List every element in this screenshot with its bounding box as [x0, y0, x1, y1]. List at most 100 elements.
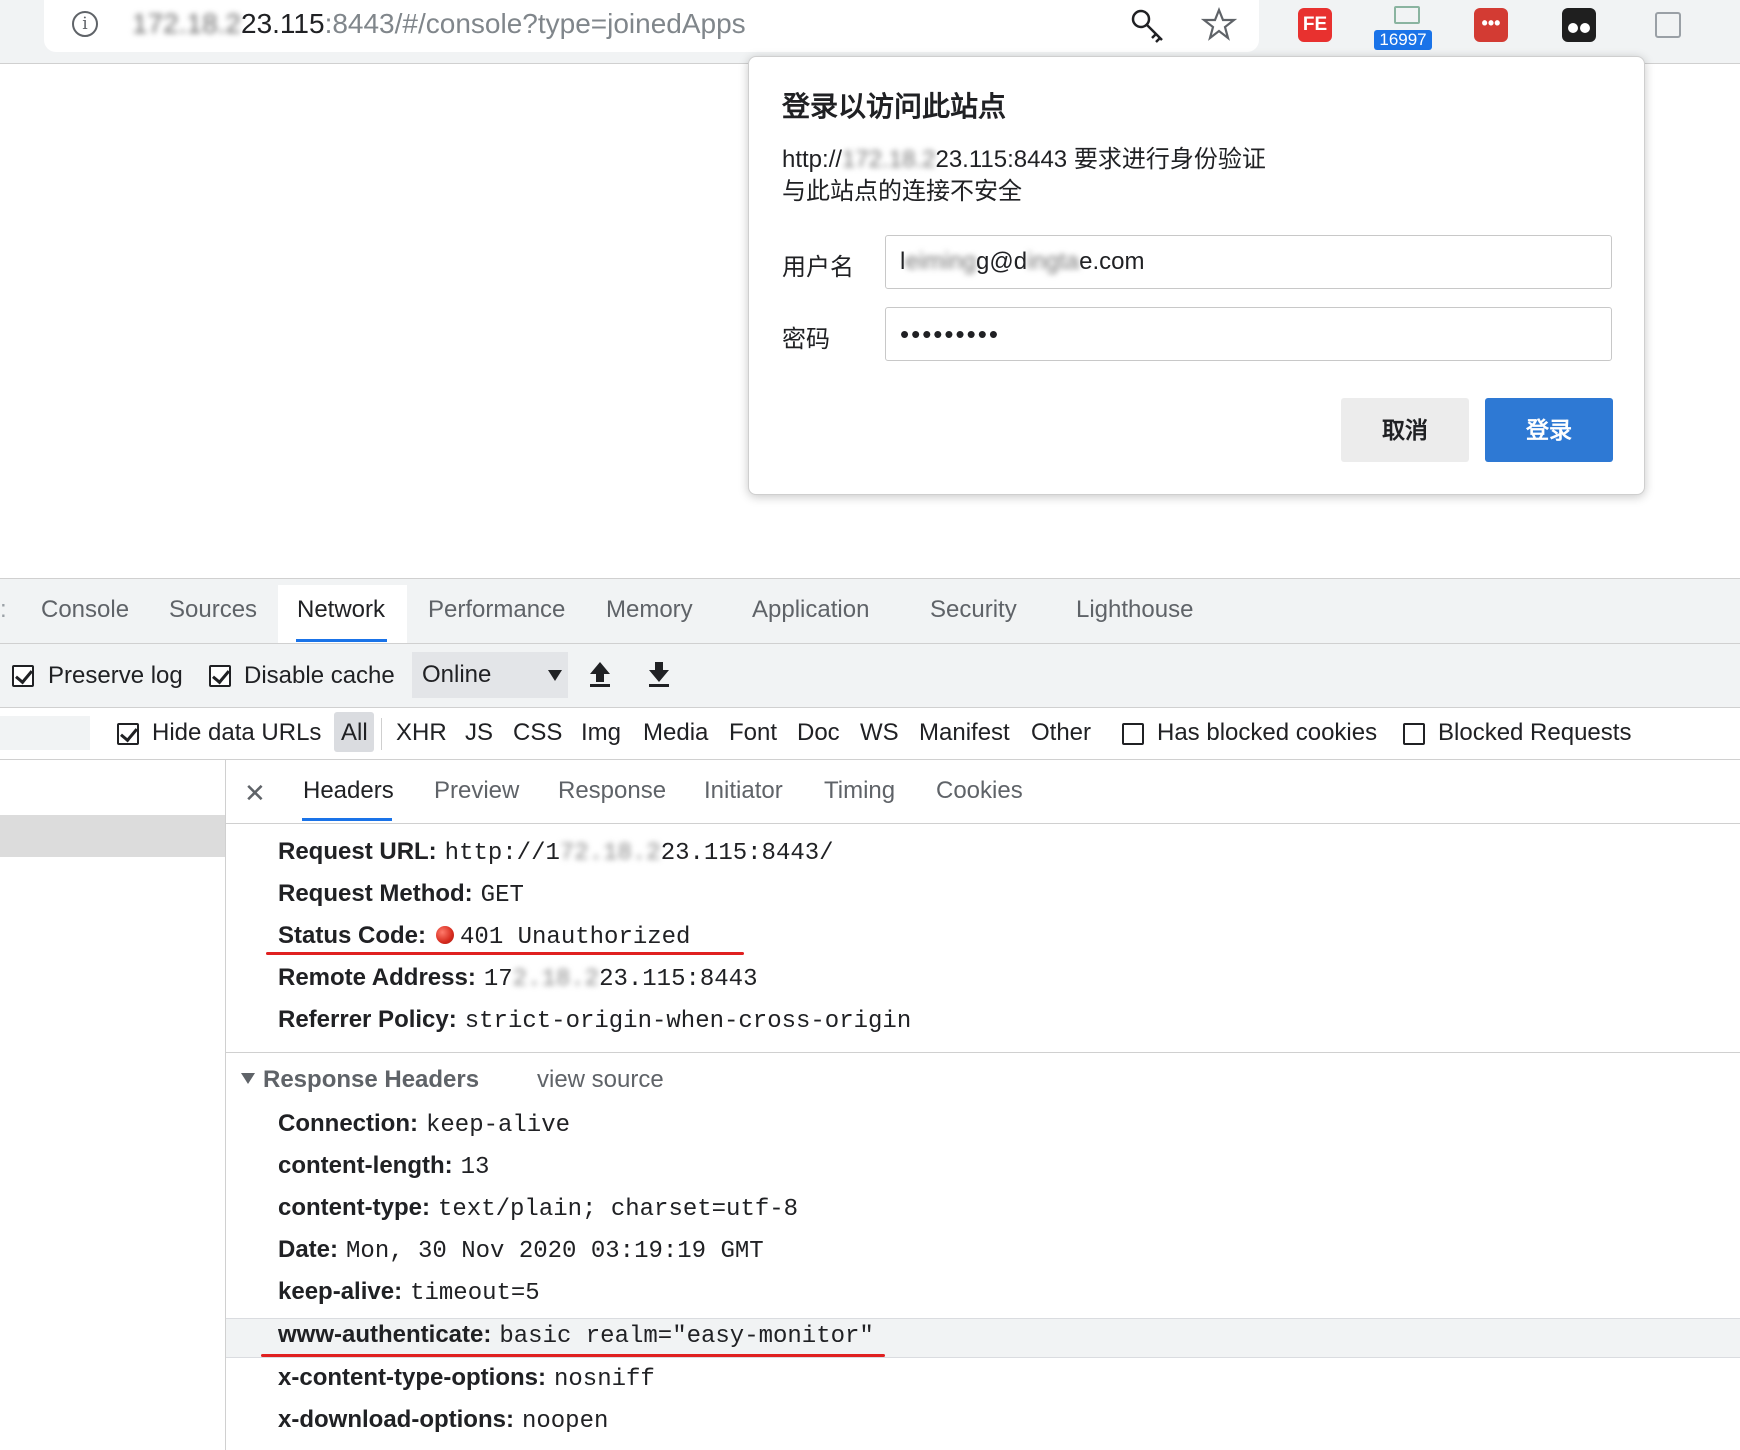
request-list[interactable] [0, 760, 226, 1450]
referrer-policy-value: strict-origin-when-cross-origin [464, 1008, 912, 1035]
cancel-button[interactable]: 取消 [1341, 398, 1469, 462]
extension-badge: 16997 [1374, 30, 1432, 50]
export-har-icon[interactable] [647, 660, 671, 688]
remote-address-value: 172.18.223.115:8443 [484, 966, 758, 993]
tab-initiator[interactable]: Initiator [704, 777, 783, 805]
request-method-value: GET [480, 882, 524, 909]
response-header-value: basic realm="easy-monitor" [499, 1323, 874, 1350]
remote-address-suffix: 23.115:8443 [599, 966, 758, 993]
filter-bar: Hide data URLs All XHR JS CSS Img Media … [0, 708, 1740, 760]
response-header-key: Date: [278, 1236, 339, 1263]
close-icon[interactable]: ✕ [244, 778, 266, 809]
site-info-icon[interactable]: i [72, 11, 98, 37]
tab-cookies[interactable]: Cookies [936, 777, 1023, 805]
filter-manifest[interactable]: Manifest [919, 719, 1010, 747]
tab-preview[interactable]: Preview [434, 777, 519, 805]
filter-doc[interactable]: Doc [797, 719, 840, 747]
tab-security[interactable]: Security [930, 596, 1017, 624]
filter-img[interactable]: Img [581, 719, 621, 747]
filter-css[interactable]: CSS [513, 719, 562, 747]
filter-font[interactable]: Font [729, 719, 777, 747]
response-headers-title: Response Headers [263, 1066, 480, 1093]
throttling-value: Online [422, 661, 492, 688]
url-text[interactable]: 172.18.223.115:8443/#/console?type=joine… [132, 8, 746, 40]
tab-performance[interactable]: Performance [428, 596, 565, 624]
username-suffix: e.com [1079, 248, 1145, 275]
request-detail-tabs: ✕ Headers Preview Response Initiator Tim… [226, 760, 1740, 824]
filter-xhr[interactable]: XHR [396, 719, 447, 747]
disable-cache-label: Disable cache [244, 662, 395, 689]
request-url-suffix: 23.115:8443/ [660, 840, 834, 867]
request-url-value[interactable]: http://172.18.223.115:8443/ [445, 840, 834, 867]
username-mid: g@d [976, 248, 1028, 275]
response-header-value: nosniff [553, 1366, 655, 1393]
tab-network[interactable]: Network [297, 596, 385, 624]
response-header-value: keep-alive [425, 1112, 571, 1139]
throttling-select[interactable]: Online [412, 652, 568, 698]
request-method-row: Request Method: GET [278, 880, 524, 909]
blocked-requests-checkbox[interactable] [1403, 723, 1425, 745]
login-button[interactable]: 登录 [1485, 398, 1613, 462]
response-header-row: x-content-type-options: nosniff [278, 1364, 655, 1393]
filter-input[interactable] [0, 716, 90, 750]
response-header-key: x-download-options: [278, 1406, 514, 1433]
response-header-row: Connection: keep-alive [278, 1110, 570, 1139]
tab-application[interactable]: Application [752, 596, 869, 624]
filter-other[interactable]: Other [1031, 719, 1091, 747]
filter-ws[interactable]: WS [860, 719, 899, 747]
glasses-extension-icon[interactable] [1562, 8, 1596, 42]
more-dots-extension-icon[interactable]: ••• [1474, 8, 1508, 42]
disable-cache-checkbox[interactable] [209, 665, 231, 687]
remote-address-key: Remote Address: [278, 964, 476, 991]
www-authenticate-annotation-underline [261, 1354, 885, 1357]
selected-request-row[interactable] [0, 815, 225, 857]
mail-extension-icon[interactable]: 16997 [1374, 2, 1432, 50]
view-source-link[interactable]: view source [537, 1066, 664, 1094]
has-blocked-cookies-checkbox[interactable] [1122, 723, 1144, 745]
preserve-log-label: Preserve log [48, 662, 183, 689]
tab-sources[interactable]: Sources [169, 596, 257, 624]
response-header-value: Mon, 30 Nov 2020 03:19:19 GMT [346, 1238, 764, 1265]
remote-address-blurred: 2.18.2 [512, 966, 600, 993]
browser-toolbar: i 172.18.223.115:8443/#/console?type=joi… [0, 0, 1740, 64]
username-blurred-2: ingta [1027, 248, 1080, 275]
username-input[interactable]: leimingg@dingtae.com [885, 235, 1612, 289]
key-icon[interactable] [1130, 8, 1166, 44]
tab-console[interactable]: Console [41, 596, 129, 624]
response-header-value: noopen [521, 1408, 609, 1435]
filter-media[interactable]: Media [643, 719, 708, 747]
hide-data-urls-checkbox[interactable] [117, 723, 139, 745]
expand-caret-icon [241, 1073, 255, 1084]
filter-all[interactable]: All [341, 719, 368, 747]
password-input[interactable]: ••••••••• [885, 307, 1612, 361]
filter-js[interactable]: JS [465, 719, 493, 747]
response-headers-toggle[interactable]: Response Headers [241, 1066, 479, 1094]
tab-headers[interactable]: Headers [303, 777, 394, 805]
dialog-insecure-message: 与此站点的连接不安全 [782, 178, 1022, 205]
qr-extension-icon[interactable] [1655, 12, 1681, 38]
tab-timing[interactable]: Timing [824, 777, 895, 805]
username-label: 用户名 [782, 254, 854, 281]
auth-dialog: 登录以访问此站点 http://172.18.223.115:8443 要求进行… [748, 56, 1645, 495]
response-header-value: 13 [460, 1154, 490, 1181]
status-code-key: Status Code: [278, 922, 427, 949]
preserve-log-checkbox[interactable] [12, 665, 34, 687]
network-toolbar: Preserve log Disable cache Online [0, 644, 1740, 708]
response-header-row: Date: Mon, 30 Nov 2020 03:19:19 GMT [278, 1236, 764, 1265]
import-har-icon[interactable] [588, 660, 612, 688]
response-header-row: content-type: text/plain; charset=utf-8 [278, 1194, 798, 1223]
tab-lighthouse[interactable]: Lighthouse [1076, 596, 1193, 624]
tab-response[interactable]: Response [558, 777, 666, 805]
request-method-key: Request Method: [278, 880, 473, 907]
section-divider [226, 1052, 1740, 1053]
hide-data-urls-label: Hide data URLs [152, 719, 322, 746]
has-blocked-cookies-label: Has blocked cookies [1157, 719, 1378, 746]
status-error-icon [436, 926, 455, 944]
dialog-url-blurred: 172.18.2 [842, 146, 936, 173]
response-header-key: content-length: [278, 1152, 453, 1179]
bookmark-star-icon[interactable] [1201, 7, 1237, 43]
response-header-key: keep-alive: [278, 1278, 403, 1305]
tab-memory[interactable]: Memory [606, 596, 693, 624]
response-header-row: x-download-options: noopen [278, 1406, 608, 1435]
fe-extension-icon[interactable]: FE [1298, 8, 1332, 42]
